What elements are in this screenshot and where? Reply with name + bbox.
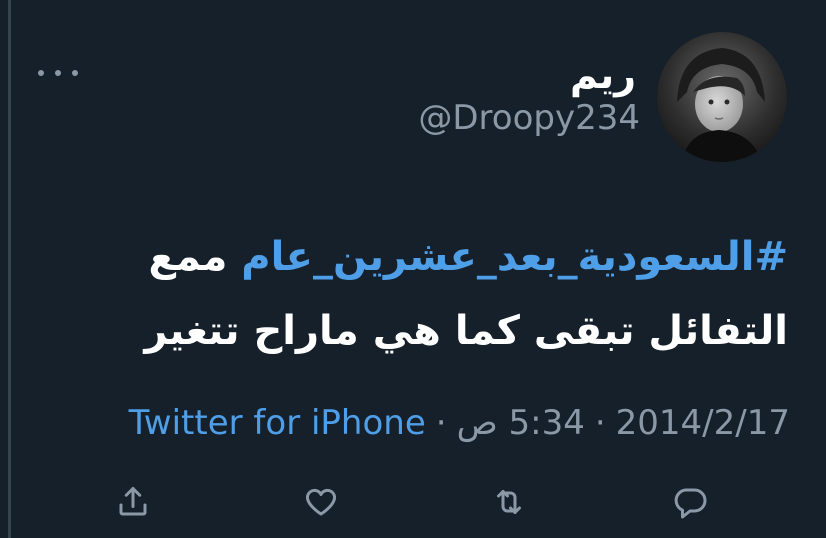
hashtag-link[interactable]: #السعودية_بعد_عشرين_عام <box>241 234 788 280</box>
reply-icon <box>674 488 707 519</box>
more-dot <box>38 70 44 76</box>
meta-separator: · <box>435 403 447 443</box>
thread-connector-line <box>8 0 11 538</box>
retweet-icon <box>497 490 521 514</box>
avatar-portrait-image <box>657 32 787 162</box>
like-icon <box>306 488 336 516</box>
tweet-text-line-1: #السعودية_بعد_عشرين_عام ممع <box>68 220 788 294</box>
meta-separator: · <box>594 403 606 443</box>
more-dot <box>72 70 78 76</box>
tweet-source-link[interactable]: Twitter for iPhone <box>129 403 426 443</box>
avatar[interactable] <box>657 32 787 162</box>
share-icon <box>119 487 147 516</box>
tweet-metadata: 2014/2/17·5:34 ص·Twitter for iPhone <box>129 400 790 446</box>
display-name[interactable]: ريم <box>570 50 636 100</box>
reply-button[interactable] <box>666 478 714 526</box>
more-dot <box>55 70 61 76</box>
tweet-date[interactable]: 2014/2/17 <box>616 403 790 443</box>
tweet-text: #السعودية_بعد_عشرين_عام ممع التفائل تبقى… <box>68 220 788 368</box>
like-button[interactable] <box>297 478 345 526</box>
user-handle[interactable]: @Droopy234 <box>418 96 640 140</box>
more-options-icon[interactable] <box>38 60 78 86</box>
share-button[interactable] <box>109 478 157 526</box>
tweet-text-fragment: ممع <box>148 234 228 280</box>
tweet-text-line-2: التفائل تبقى كما هي ماراح تتغير <box>144 308 788 354</box>
tweet-time[interactable]: 5:34 ص <box>457 403 585 443</box>
retweet-button[interactable] <box>485 478 533 526</box>
